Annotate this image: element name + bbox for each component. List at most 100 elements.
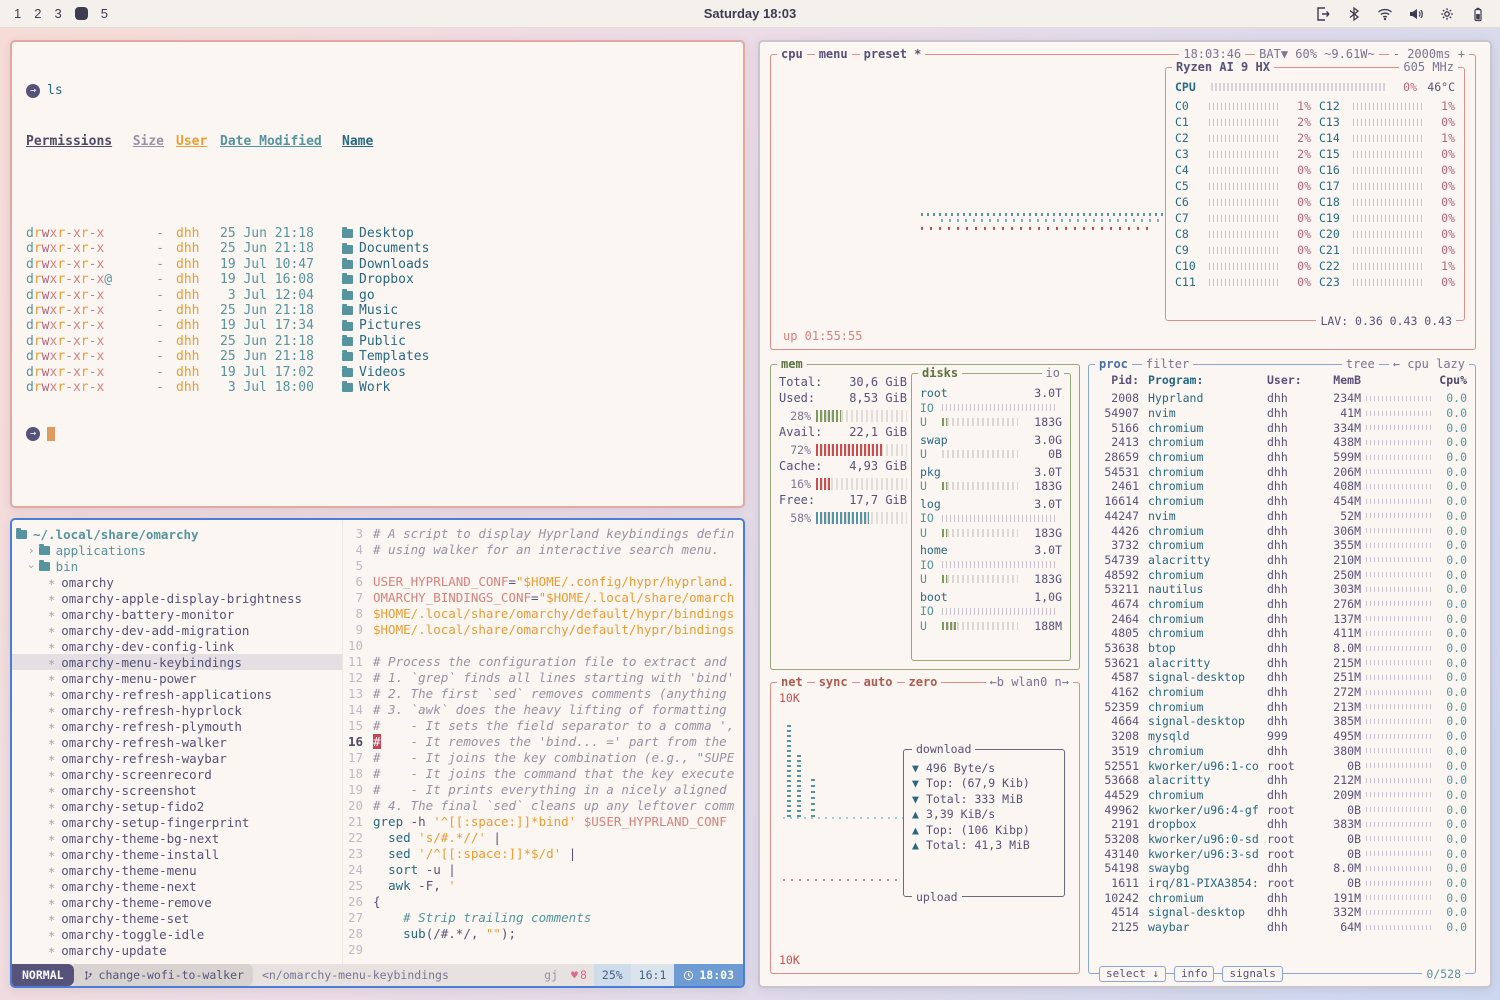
process-row[interactable]: 53638 btop dhh 8.0M 0.0 [1097,641,1467,656]
process-row[interactable]: 2191 dropbox dhh 383M 0.0 [1097,817,1467,832]
logout-icon[interactable] [1315,6,1331,22]
process-row[interactable]: 28659 chromium dhh 599M 0.0 [1097,450,1467,465]
terminal-window-ls[interactable]: → ls Permissions Size User Date Modified… [10,40,745,508]
code-line[interactable]: 14 # 3. `awk` does the heavy lifting of … [343,702,743,718]
process-row[interactable]: 53211 nautilus dhh 303M 0.0 [1097,582,1467,597]
tree-item[interactable]: ∗ omarchy-theme-remove [12,894,342,910]
tree-item[interactable]: ∗ omarchy-refresh-walker [12,734,342,750]
tree-item[interactable]: ∗ omarchy-refresh-plymouth [12,718,342,734]
process-row[interactable]: 4162 chromium dhh 272M 0.0 [1097,685,1467,700]
process-row[interactable]: 44529 chromium dhh 209M 0.0 [1097,788,1467,803]
process-row[interactable]: 53668 alacritty dhh 212M 0.0 [1097,773,1467,788]
code-line[interactable]: 9 $HOME/.local/share/omarchy/default/hyp… [343,622,743,638]
process-row[interactable]: 4805 chromium dhh 411M 0.0 [1097,626,1467,641]
code-line[interactable]: 6 USER_HYPRLAND_CONF="$HOME/.config/hypr… [343,574,743,590]
neovim-window[interactable]: ~/.local/share/omarchy › applications › … [10,518,745,988]
filter-button[interactable]: filter [1142,356,1193,372]
tree-item[interactable]: ∗ omarchy-theme-menu [12,862,342,878]
wifi-icon[interactable] [1377,6,1393,22]
net-tab[interactable]: auto [860,674,897,690]
select-button[interactable]: select ↓ [1099,966,1166,982]
process-row[interactable]: 48592 chromium dhh 250M 0.0 [1097,567,1467,582]
mem-tab[interactable]: mem [777,356,807,372]
tree-item[interactable]: ∗ omarchy-update [12,942,342,958]
process-row[interactable]: 2461 chromium dhh 408M 0.0 [1097,479,1467,494]
code-line[interactable]: 16 # - It removes the 'bind... =' part f… [343,734,743,750]
proc-tab[interactable]: proc [1095,356,1132,372]
process-row[interactable]: 53621 alacritty dhh 215M 0.0 [1097,655,1467,670]
tree-item[interactable]: ∗ omarchy-setup-fingerprint [12,814,342,830]
process-row[interactable]: 52359 chromium dhh 213M 0.0 [1097,699,1467,714]
process-row[interactable]: 54739 alacritty dhh 210M 0.0 [1097,553,1467,568]
process-row[interactable]: 54531 chromium dhh 206M 0.0 [1097,464,1467,479]
code-line[interactable]: 18 # - It joins the command that the key… [343,766,743,782]
code-line[interactable]: 19 # - It prints everything in a nicely … [343,782,743,798]
process-row[interactable]: 4674 chromium dhh 276M 0.0 [1097,597,1467,612]
workspace-number[interactable]: 5 [101,6,108,21]
battery-icon[interactable] [1470,6,1486,22]
code-line[interactable]: 20 # 4. The final `sed` cleans up any le… [343,798,743,814]
code-line[interactable]: 29 [343,942,743,958]
code-line[interactable]: 11 # Process the configuration file to e… [343,654,743,670]
info-button[interactable]: info [1174,966,1215,982]
tree-item[interactable]: ∗ omarchy-refresh-applications [12,686,342,702]
process-row[interactable]: 5166 chromium dhh 334M 0.0 [1097,420,1467,435]
io-tab[interactable]: io [1042,365,1064,381]
code-line[interactable]: 3 # A script to display Hyprland keybind… [343,526,743,542]
proc-options[interactable]: ← cpu lazy [1389,356,1469,372]
process-row[interactable]: 2413 chromium dhh 438M 0.0 [1097,435,1467,450]
tree-item[interactable]: ∗ omarchy-refresh-waybar [12,750,342,766]
volume-icon[interactable] [1408,6,1424,22]
process-row[interactable]: 10242 chromium dhh 191M 0.0 [1097,890,1467,905]
workspace-number[interactable]: 3 [54,6,61,21]
process-row[interactable]: 3519 chromium dhh 380M 0.0 [1097,744,1467,759]
tree-item[interactable]: › bin [12,558,342,574]
tree-item[interactable]: ∗ omarchy-theme-install [12,846,342,862]
btop-tab[interactable]: cpu [777,46,807,62]
tree-item[interactable]: ∗ omarchy-theme-set [12,910,342,926]
process-row[interactable]: 2125 waybar dhh 64M 0.0 [1097,920,1467,935]
tree-item[interactable]: › applications [12,542,342,558]
signals-button[interactable]: signals [1222,966,1282,982]
process-row[interactable]: 54198 swaybg dhh 8.0M 0.0 [1097,861,1467,876]
net-tab[interactable]: net [777,674,807,690]
process-row[interactable]: 44247 nvim dhh 52M 0.0 [1097,509,1467,524]
process-row[interactable]: 54907 nvim dhh 41M 0.0 [1097,406,1467,421]
code-line[interactable]: 12 # 1. `grep` finds all lines starting … [343,670,743,686]
code-line[interactable]: 22 sed 's/#.*//' | [343,830,743,846]
tree-item[interactable]: ∗ omarchy [12,574,342,590]
code-line[interactable]: 26 { [343,894,743,910]
tree-item[interactable]: ∗ omarchy-apple-display-brightness [12,590,342,606]
network-interface[interactable]: ←b wlan0 n→ [986,674,1073,690]
code-line[interactable]: 8 $HOME/.local/share/omarchy/default/hyp… [343,606,743,622]
workspace-active-indicator[interactable] [75,7,88,20]
process-row[interactable]: 3732 chromium dhh 355M 0.0 [1097,538,1467,553]
process-row[interactable]: 1611 irq/81-PIXA3854: root 0B 0.0 [1097,876,1467,891]
tree-item[interactable]: ∗ omarchy-battery-monitor [12,606,342,622]
code-line[interactable]: 21 grep -h '^[[:space:]]*bind' $USER_HYP… [343,814,743,830]
code-line[interactable]: 17 # - It joins the key combination (e.g… [343,750,743,766]
process-row[interactable]: 43140 kworker/u96:3-sd root 0B 0.0 [1097,846,1467,861]
code-line[interactable]: 25 awk -F, ' [343,878,743,894]
process-row[interactable]: 4587 signal-desktop dhh 251M 0.0 [1097,670,1467,685]
disks-tab[interactable]: disks [918,365,962,381]
tree-item[interactable]: ~/.local/share/omarchy [12,526,342,542]
tree-item[interactable]: ∗ omarchy-menu-keybindings [12,654,342,670]
code-line[interactable]: 24 sort -u | [343,862,743,878]
tree-item[interactable]: ∗ omarchy-theme-bg-next [12,830,342,846]
process-row[interactable]: 2008 Hyprland dhh 234M 0.0 [1097,391,1467,406]
workspace-number[interactable]: 2 [34,6,41,21]
settings-gear-icon[interactable] [1439,6,1455,22]
btop-window[interactable]: cpumenupreset * 18:03:46 BAT▼ 60% ~9.61W… [758,40,1492,988]
tree-item[interactable]: ∗ omarchy-theme-next [12,878,342,894]
tree-item[interactable]: ∗ omarchy-dev-add-migration [12,622,342,638]
tree-item[interactable]: ∗ omarchy-screenshot [12,782,342,798]
tree-item[interactable]: ∗ omarchy-setup-fido2 [12,798,342,814]
tree-toggle[interactable]: tree [1342,356,1379,372]
btop-tab[interactable]: menu [815,46,852,62]
process-row[interactable]: 16614 chromium dhh 454M 0.0 [1097,494,1467,509]
net-tab[interactable]: sync [815,674,852,690]
process-row[interactable]: 2464 chromium dhh 137M 0.0 [1097,611,1467,626]
tree-item[interactable]: ∗ omarchy-dev-config-link [12,638,342,654]
code-line[interactable]: 27 # Strip trailing comments [343,910,743,926]
